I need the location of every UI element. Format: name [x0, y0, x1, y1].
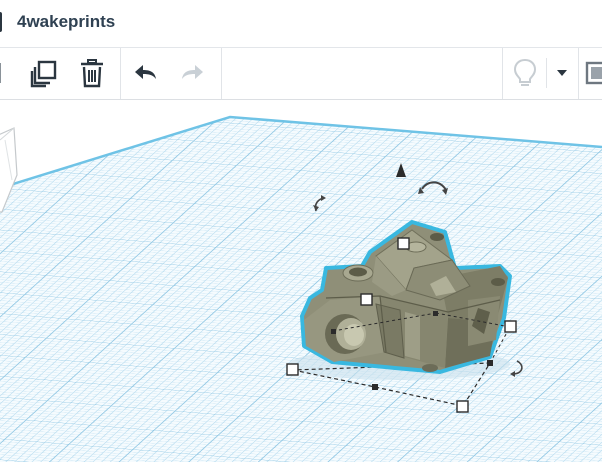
- workplane-viewport[interactable]: [0, 100, 602, 462]
- edge-handle[interactable]: [487, 360, 493, 366]
- edge-handle[interactable]: [372, 384, 378, 390]
- edge-handle[interactable]: [433, 311, 438, 316]
- edit-toolbar: [0, 48, 602, 100]
- toolbar-separator: [502, 48, 503, 99]
- workplane-scene: [0, 100, 602, 462]
- undo-arrow-icon: [135, 65, 156, 79]
- toolbar-separator: [221, 48, 222, 99]
- toolbar-separator: [120, 48, 121, 99]
- panel-icon: [585, 61, 602, 85]
- caret-down-icon: [557, 70, 567, 76]
- notes-button[interactable]: [508, 54, 542, 92]
- edge-handle[interactable]: [331, 329, 336, 334]
- notes-dropdown-button[interactable]: [552, 54, 572, 92]
- delete-button[interactable]: [72, 54, 112, 92]
- title-bar: 4wakeprints: [0, 0, 602, 48]
- trash-icon: [81, 59, 103, 88]
- redo-arrow-icon: [182, 65, 203, 79]
- paste-button[interactable]: [0, 54, 8, 92]
- redo-button[interactable]: [174, 54, 212, 92]
- corner-handle[interactable]: [456, 400, 469, 413]
- undo-button[interactable]: [126, 54, 164, 92]
- tinkercad-logo-icon[interactable]: [0, 12, 2, 32]
- duplicate-icon: [30, 60, 57, 88]
- toolbar-separator: [578, 48, 579, 99]
- corner-handle[interactable]: [286, 363, 299, 376]
- corner-handle[interactable]: [504, 320, 517, 333]
- workplane-grid[interactable]: [0, 100, 602, 462]
- view-panel-button[interactable]: [584, 54, 602, 92]
- lightbulb-icon: [513, 58, 537, 86]
- project-title[interactable]: 4wakeprints: [17, 12, 115, 32]
- height-handle[interactable]: [397, 237, 410, 250]
- toolbar-separator: [546, 58, 547, 88]
- corner-handle[interactable]: [360, 293, 373, 306]
- duplicate-button[interactable]: [24, 54, 64, 92]
- paste-icon: [0, 63, 1, 83]
